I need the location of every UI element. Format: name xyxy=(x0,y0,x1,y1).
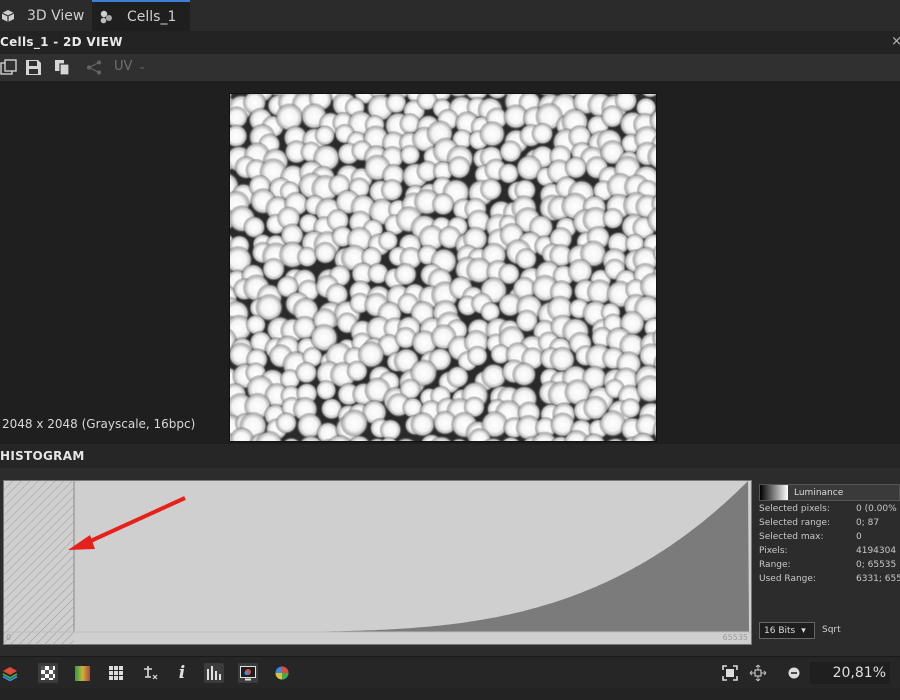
tab-cells-1[interactable]: Cells_1 xyxy=(92,0,190,31)
status-strip xyxy=(0,688,900,700)
annotation-arrow-shaft xyxy=(83,496,186,546)
stat-key: Selected pixels: xyxy=(759,504,830,514)
copy-icon[interactable] xyxy=(54,59,71,76)
sqrt-scale-toggle[interactable]: Sqrt xyxy=(822,625,841,635)
info-glyph: i xyxy=(178,663,186,683)
tiling-grid-icon[interactable] xyxy=(106,663,126,683)
stat-key: Range: xyxy=(759,560,791,570)
stat-row: Selected pixels: 0 (0.00% xyxy=(759,504,900,518)
panel-header: Cells_1 - 2D VIEW × xyxy=(0,31,900,54)
tab-label: Cells_1 xyxy=(127,8,177,25)
view-toolbar: UV ⌄ xyxy=(0,54,900,81)
stat-row: Used Range: 6331; 655 xyxy=(759,574,900,588)
stat-row: Selected max: 0 xyxy=(759,532,900,546)
histogram-icon[interactable] xyxy=(204,663,224,683)
close-panel-button[interactable]: × xyxy=(891,34,900,49)
channel-label: Luminance xyxy=(794,487,844,498)
stats-list: Selected pixels: 0 (0.00% Selected range:… xyxy=(759,504,900,588)
histogram-title: HISTOGRAM xyxy=(0,449,85,463)
stat-value: 0 (0.00% xyxy=(856,504,897,514)
color-wheel-icon[interactable] xyxy=(272,663,292,683)
histogram-stats-panel: Luminance Selected pixels: 0 (0.00% Selec… xyxy=(759,484,900,588)
histogram-distribution xyxy=(274,481,749,632)
export-icon[interactable] xyxy=(0,59,17,76)
selected-range-region[interactable] xyxy=(4,481,74,644)
tab-3d-view[interactable]: 3D View xyxy=(0,0,92,31)
stat-value: 0; 65535 xyxy=(856,560,897,570)
panel-title: Cells_1 - 2D VIEW xyxy=(0,35,123,49)
view-bottom-toolbar: i 20,81% xyxy=(0,656,900,688)
histogram-min-label: 0 xyxy=(6,633,12,642)
document-tab-bar: 3D View Cells_1 xyxy=(0,0,900,31)
histogram-panel: 0 65535 Luminance Selected pixels: 0 (0.0… xyxy=(0,468,900,656)
cube-icon xyxy=(1,9,15,22)
chevron-down-icon: ▾ xyxy=(801,625,806,636)
stat-value: 0 xyxy=(856,532,862,542)
channel-selector[interactable]: Luminance xyxy=(759,484,900,501)
pixel-picker-icon[interactable] xyxy=(140,663,160,683)
luminance-gradient-icon xyxy=(760,485,788,500)
stat-key: Pixels: xyxy=(759,546,788,556)
stat-key: Used Range: xyxy=(759,574,816,584)
image-info-label: 2048 x 2048 (Grayscale, 16bpc) xyxy=(2,417,196,431)
stat-row: Selected range: 0; 87 xyxy=(759,518,900,532)
stat-row: Range: 0; 65535 xyxy=(759,560,900,574)
texture-preview[interactable] xyxy=(229,93,657,442)
stat-value: 6331; 655 xyxy=(856,574,900,584)
histogram-max-label: 65535 xyxy=(722,633,748,642)
bit-depth-label: 16 Bits xyxy=(764,625,796,636)
uv-label: UV xyxy=(114,59,133,74)
fit-view-icon[interactable] xyxy=(720,663,740,683)
display-icon[interactable] xyxy=(238,663,258,683)
layers-icon[interactable] xyxy=(0,663,20,683)
uv-dropdown[interactable]: UV ⌄ xyxy=(114,59,146,74)
histogram-plot[interactable]: 0 65535 xyxy=(3,480,752,645)
actual-size-icon[interactable] xyxy=(748,663,768,683)
stat-key: Selected range: xyxy=(759,518,831,528)
save-icon[interactable] xyxy=(25,59,42,76)
zoom-level-field[interactable]: 20,81% xyxy=(810,662,890,684)
stat-value: 0; 87 xyxy=(856,518,880,528)
stat-value: 4194304 xyxy=(856,546,897,556)
cells-texture-image xyxy=(230,94,656,441)
zoom-out-icon[interactable] xyxy=(784,663,804,683)
graph-link-icon[interactable] xyxy=(86,59,103,76)
histogram-header: HISTOGRAM xyxy=(0,444,900,468)
stat-key: Selected max: xyxy=(759,532,824,542)
stat-row: Pixels: 4194304 xyxy=(759,546,900,560)
cells-texture-icon xyxy=(100,10,112,23)
alpha-checker-icon[interactable] xyxy=(38,663,58,683)
tab-label: 3D View xyxy=(27,7,85,24)
bit-depth-select[interactable]: 16 Bits ▾ xyxy=(759,622,815,639)
info-icon[interactable]: i xyxy=(172,663,192,683)
color-ramp-icon[interactable] xyxy=(72,663,92,683)
chevron-down-icon: ⌄ xyxy=(138,61,146,72)
2d-view-canvas[interactable]: 2048 x 2048 (Grayscale, 16bpc) xyxy=(0,81,900,442)
